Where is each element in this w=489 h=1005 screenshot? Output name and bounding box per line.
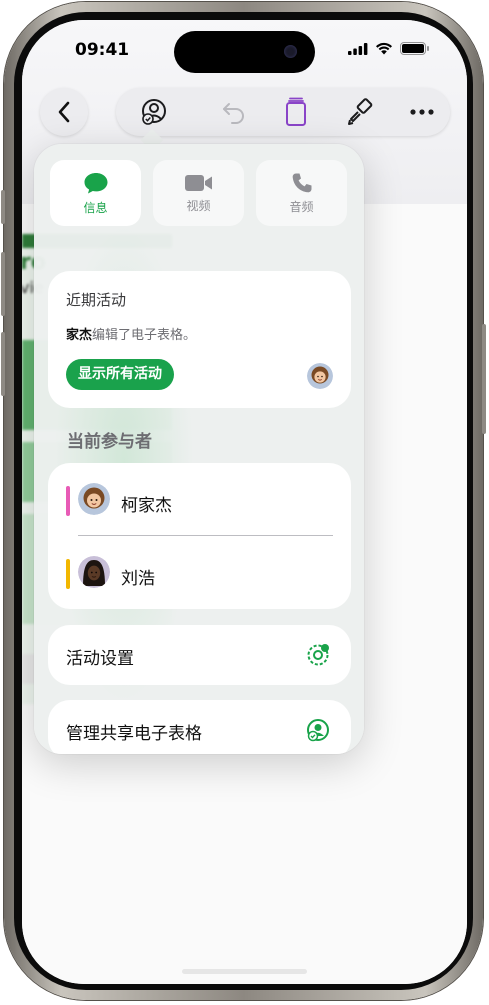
status-bar: 09:41 [22,20,467,80]
format-pane-button[interactable] [274,88,318,136]
chevron-left-icon [58,101,70,123]
undo-icon [223,103,244,124]
activity-settings-label: 活动设置 [66,649,134,669]
avatar [307,363,333,389]
participant-row[interactable]: 柯家杰 [48,468,351,528]
back-button[interactable] [40,88,88,136]
recent-activity-card: 近期活动 家杰编辑了电子表格。 显示所有活动 [48,271,351,408]
undo-button[interactable] [212,88,256,136]
clock: 09:41 [75,40,130,60]
video-camera-icon [184,174,212,191]
avatar [78,556,110,588]
tab-audio[interactable]: 音频 [256,160,347,226]
participants-card: 柯家杰 刘浩 [48,463,351,609]
wifi-icon [376,42,392,55]
action-button [1,190,5,224]
divider [78,535,333,536]
collaboration-icon [142,99,166,125]
shared-people-icon [307,719,329,742]
tab-messages[interactable]: 信息 [50,160,141,226]
toolbar [116,88,450,136]
tab-messages-label: 信息 [83,200,108,215]
activity-settings-row[interactable]: 活动设置 [48,625,351,685]
participant-color-bar [66,559,70,589]
participants-header: 当前参与者 [67,432,152,452]
power-button [482,324,486,434]
collaboration-popover: 信息 视频 音频 近期活动 家杰编辑了电子表格。 显示所有活动 当前参与者 柯家… [34,144,364,754]
dynamic-island [174,31,315,73]
participant-color-bar [66,486,70,516]
collaboration-button[interactable] [132,88,176,136]
communication-tabs: 信息 视频 音频 [50,160,347,226]
phone-icon [292,173,311,192]
tab-video[interactable]: 视频 [153,160,244,226]
format-pane-icon [286,97,306,126]
more-button[interactable] [400,88,444,136]
recent-activity-entry: 家杰编辑了电子表格。 [66,324,196,343]
tab-audio-label: 音频 [289,199,314,214]
participant-name: 柯家杰 [121,496,172,516]
paintbrush-icon [348,98,373,125]
message-bubble-icon [84,172,107,193]
volume-down-button [1,332,5,396]
avatar [78,483,110,515]
volume-up-button [1,252,5,316]
tab-video-label: 视频 [186,198,211,213]
cellular-signal-icon [348,42,368,55]
activity-settings-icon [307,644,329,666]
activity-actor: 家杰 [66,328,93,343]
activity-action: 编辑了电子表格。 [92,328,197,343]
show-all-activity-button[interactable]: 显示所有活动 [66,359,174,390]
paintbrush-button[interactable] [338,88,382,136]
home-indicator [182,969,307,974]
participant-name: 刘浩 [121,569,155,589]
battery-icon [400,42,429,55]
recent-activity-title: 近期活动 [66,291,127,309]
participant-row[interactable]: 刘浩 [48,541,351,601]
screen: ro vie 09:41 [22,20,467,984]
more-icon [410,109,434,115]
manage-sharing-row[interactable]: 管理共享电子表格 [48,700,351,754]
manage-sharing-label: 管理共享电子表格 [66,724,202,744]
